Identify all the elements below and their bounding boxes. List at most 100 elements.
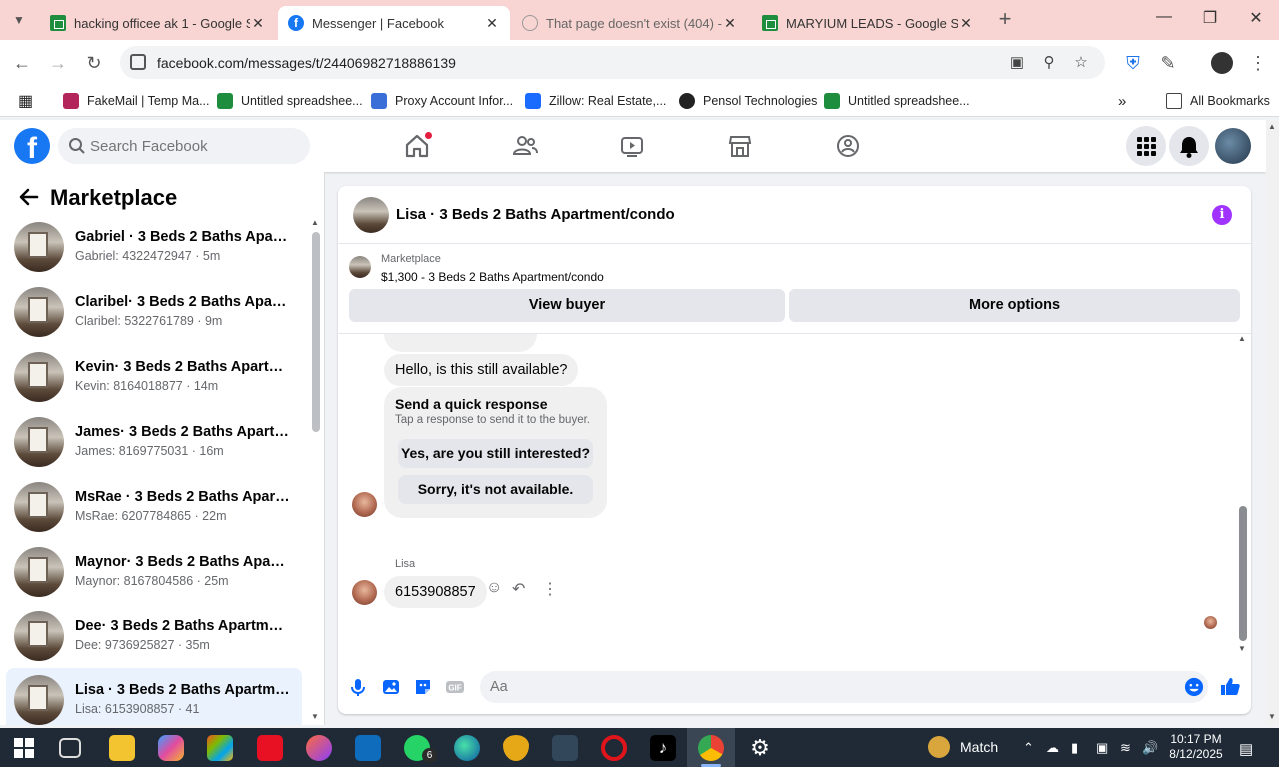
address-bar[interactable]: facebook.com/messages/t/2440698271888613… <box>120 46 1105 79</box>
chat-title[interactable]: Lisa · 3 Beds 2 Baths Apartment/condo <box>396 206 675 223</box>
bookmark-pensol[interactable]: Pensol Technologies <box>679 91 817 111</box>
message-bubble[interactable]: Hello, is this still available? <box>384 354 579 386</box>
network-device-icon[interactable]: ▣ <box>1096 740 1108 756</box>
conversation-kevin[interactable]: Kevin· 3 Beds 2 Baths Apartmen... Kevin:… <box>6 345 302 409</box>
chat-scroll-down-icon[interactable]: ▼ <box>1238 644 1246 653</box>
facebook-search[interactable] <box>58 128 310 164</box>
bookmark-untitled-1[interactable]: Untitled spreadshee... <box>217 91 363 111</box>
new-tab-icon[interactable]: + <box>994 8 1016 30</box>
marketplace-icon[interactable] <box>726 132 754 160</box>
settings-gear-icon[interactable]: ⚙ <box>747 735 773 761</box>
app-gradient-icon[interactable] <box>306 735 332 761</box>
battery-icon[interactable]: ▮ <box>1071 740 1078 756</box>
microphone-icon[interactable] <box>347 676 369 698</box>
chrome-icon[interactable] <box>698 735 724 761</box>
volume-icon[interactable]: 🔊 <box>1142 740 1158 756</box>
page-scroll-down-icon[interactable]: ▼ <box>1268 712 1276 721</box>
system-clock[interactable]: 10:17 PM 8/12/2025 <box>1163 732 1229 762</box>
facebook-logo-icon[interactable]: f <box>14 128 50 164</box>
tab-404[interactable]: That page doesn't exist (404) - I ✕ <box>512 6 748 40</box>
conversation-maynor[interactable]: Maynor· 3 Beds 2 Baths Apartm... Maynor:… <box>6 540 302 604</box>
edge-icon[interactable] <box>454 735 480 761</box>
close-icon[interactable]: ✕ <box>250 15 266 32</box>
video-icon[interactable] <box>618 132 646 160</box>
info-icon[interactable]: i <box>1212 205 1232 225</box>
message-bubble[interactable]: 6153908857 <box>384 576 487 608</box>
microsoft-store-icon[interactable] <box>207 735 233 761</box>
conversation-dee[interactable]: Dee· 3 Beds 2 Baths Apartment/... Dee: 9… <box>6 604 302 668</box>
message-input[interactable] <box>490 671 1170 703</box>
sender-avatar[interactable] <box>352 492 377 517</box>
app-dark-icon[interactable] <box>552 735 578 761</box>
shield-extension-icon[interactable]: ⛨ <box>1122 52 1144 74</box>
wifi-icon[interactable]: ≋ <box>1120 740 1131 756</box>
conversation-claribel[interactable]: Claribel· 3 Beds 2 Baths Apartm... Clari… <box>6 280 302 344</box>
task-view-icon[interactable] <box>59 738 81 758</box>
install-icon[interactable]: ▣ <box>1007 53 1027 73</box>
back-icon[interactable]: ← <box>11 52 33 74</box>
window-close-icon[interactable]: ✕ <box>1233 8 1279 32</box>
extensions-icon[interactable]: ✎ <box>1157 52 1179 74</box>
more-options-button[interactable]: More options <box>789 289 1240 322</box>
menu-grid-icon[interactable] <box>1126 126 1166 166</box>
friends-icon[interactable] <box>511 132 539 160</box>
copilot-icon[interactable] <box>158 735 184 761</box>
minimize-icon[interactable]: — <box>1141 8 1187 32</box>
all-bookmarks[interactable]: All Bookmarks <box>1166 91 1270 111</box>
tab-hacking-officee[interactable]: hacking officee ak 1 - Google Sh ✕ <box>40 6 276 40</box>
gaming-icon[interactable] <box>834 132 862 160</box>
thumbs-up-icon[interactable] <box>1219 675 1241 697</box>
scroll-down-arrow-icon[interactable]: ▼ <box>311 712 319 721</box>
apps-grid-icon[interactable]: ▦ <box>18 91 33 111</box>
chat-scrollbar[interactable] <box>1239 506 1247 641</box>
quick-reply-yes-button[interactable]: Yes, are you still interested? <box>398 439 593 468</box>
conversation-msrae[interactable]: MsRae · 3 Beds 2 Baths Apartm... MsRae: … <box>6 475 302 539</box>
bookmark-fakemail[interactable]: FakeMail | Temp Ma... <box>63 91 210 111</box>
chat-scroll-up-icon[interactable]: ▲ <box>1238 334 1246 343</box>
page-scrollbar[interactable]: ▲ ▼ <box>1266 120 1279 725</box>
menu-kebab-icon[interactable]: ⋮ <box>1247 52 1269 74</box>
file-explorer-icon[interactable] <box>109 735 135 761</box>
listing-thumbnail[interactable] <box>353 197 389 233</box>
sticker-icon[interactable] <box>412 676 434 698</box>
zoom-icon[interactable]: ⚲ <box>1039 53 1059 73</box>
url-text[interactable]: facebook.com/messages/t/2440698271888613… <box>157 55 456 71</box>
forward-icon[interactable]: → <box>47 52 69 74</box>
notifications-bell-icon[interactable] <box>1169 126 1209 166</box>
search-input[interactable] <box>90 128 300 164</box>
more-actions-icon[interactable]: ⋮ <box>542 579 558 599</box>
restore-icon[interactable]: ❐ <box>1187 8 1233 32</box>
conversation-gabriel[interactable]: Gabriel · 3 Beds 2 Baths Apartm... Gabri… <box>6 215 302 279</box>
tab-search-icon[interactable]: ▼ <box>8 9 30 31</box>
bookmark-untitled-2[interactable]: Untitled spreadshee... <box>824 91 970 111</box>
tab-messenger[interactable]: f Messenger | Facebook ✕ <box>278 6 510 40</box>
quick-reply-no-button[interactable]: Sorry, it's not available. <box>398 475 593 504</box>
windows-start-icon[interactable] <box>14 738 34 758</box>
opera-icon[interactable] <box>601 735 627 761</box>
notification-center-icon[interactable]: ▤ <box>1239 740 1253 758</box>
account-avatar[interactable] <box>1215 128 1251 164</box>
listing-title[interactable]: $1,300 - 3 Beds 2 Baths Apartment/condo <box>381 270 604 284</box>
tab-maryium-leads[interactable]: MARYIUM LEADS - Google Shee ✕ <box>752 6 984 40</box>
emoji-icon[interactable] <box>1184 677 1204 697</box>
react-emoji-icon[interactable]: ☺ <box>486 579 502 597</box>
gif-icon[interactable]: GIF <box>444 676 466 698</box>
reply-icon[interactable]: ↶ <box>512 579 525 599</box>
close-icon[interactable]: ✕ <box>722 15 738 32</box>
back-arrow-icon[interactable] <box>18 186 40 208</box>
conversation-lisa[interactable]: Lisa · 3 Beds 2 Baths Apartment... Lisa:… <box>6 668 302 725</box>
bookmark-proxy[interactable]: Proxy Account Infor... <box>371 91 513 111</box>
sidebar-scrollbar[interactable] <box>312 232 320 432</box>
tiktok-icon[interactable]: ♪ <box>650 735 676 761</box>
bookmark-star-icon[interactable]: ☆ <box>1071 53 1091 73</box>
profile-avatar-icon[interactable] <box>1211 52 1233 74</box>
reload-icon[interactable]: ↻ <box>83 52 105 74</box>
scroll-up-arrow-icon[interactable]: ▲ <box>311 218 319 227</box>
view-buyer-button[interactable]: View buyer <box>349 289 785 322</box>
site-info-icon[interactable] <box>130 54 146 70</box>
award-app-icon[interactable] <box>503 735 529 761</box>
photo-icon[interactable] <box>380 676 402 698</box>
more-bookmarks-icon[interactable]: » <box>1118 91 1126 111</box>
weather-widget[interactable]: Match <box>928 736 998 758</box>
outlook-icon[interactable] <box>355 735 381 761</box>
